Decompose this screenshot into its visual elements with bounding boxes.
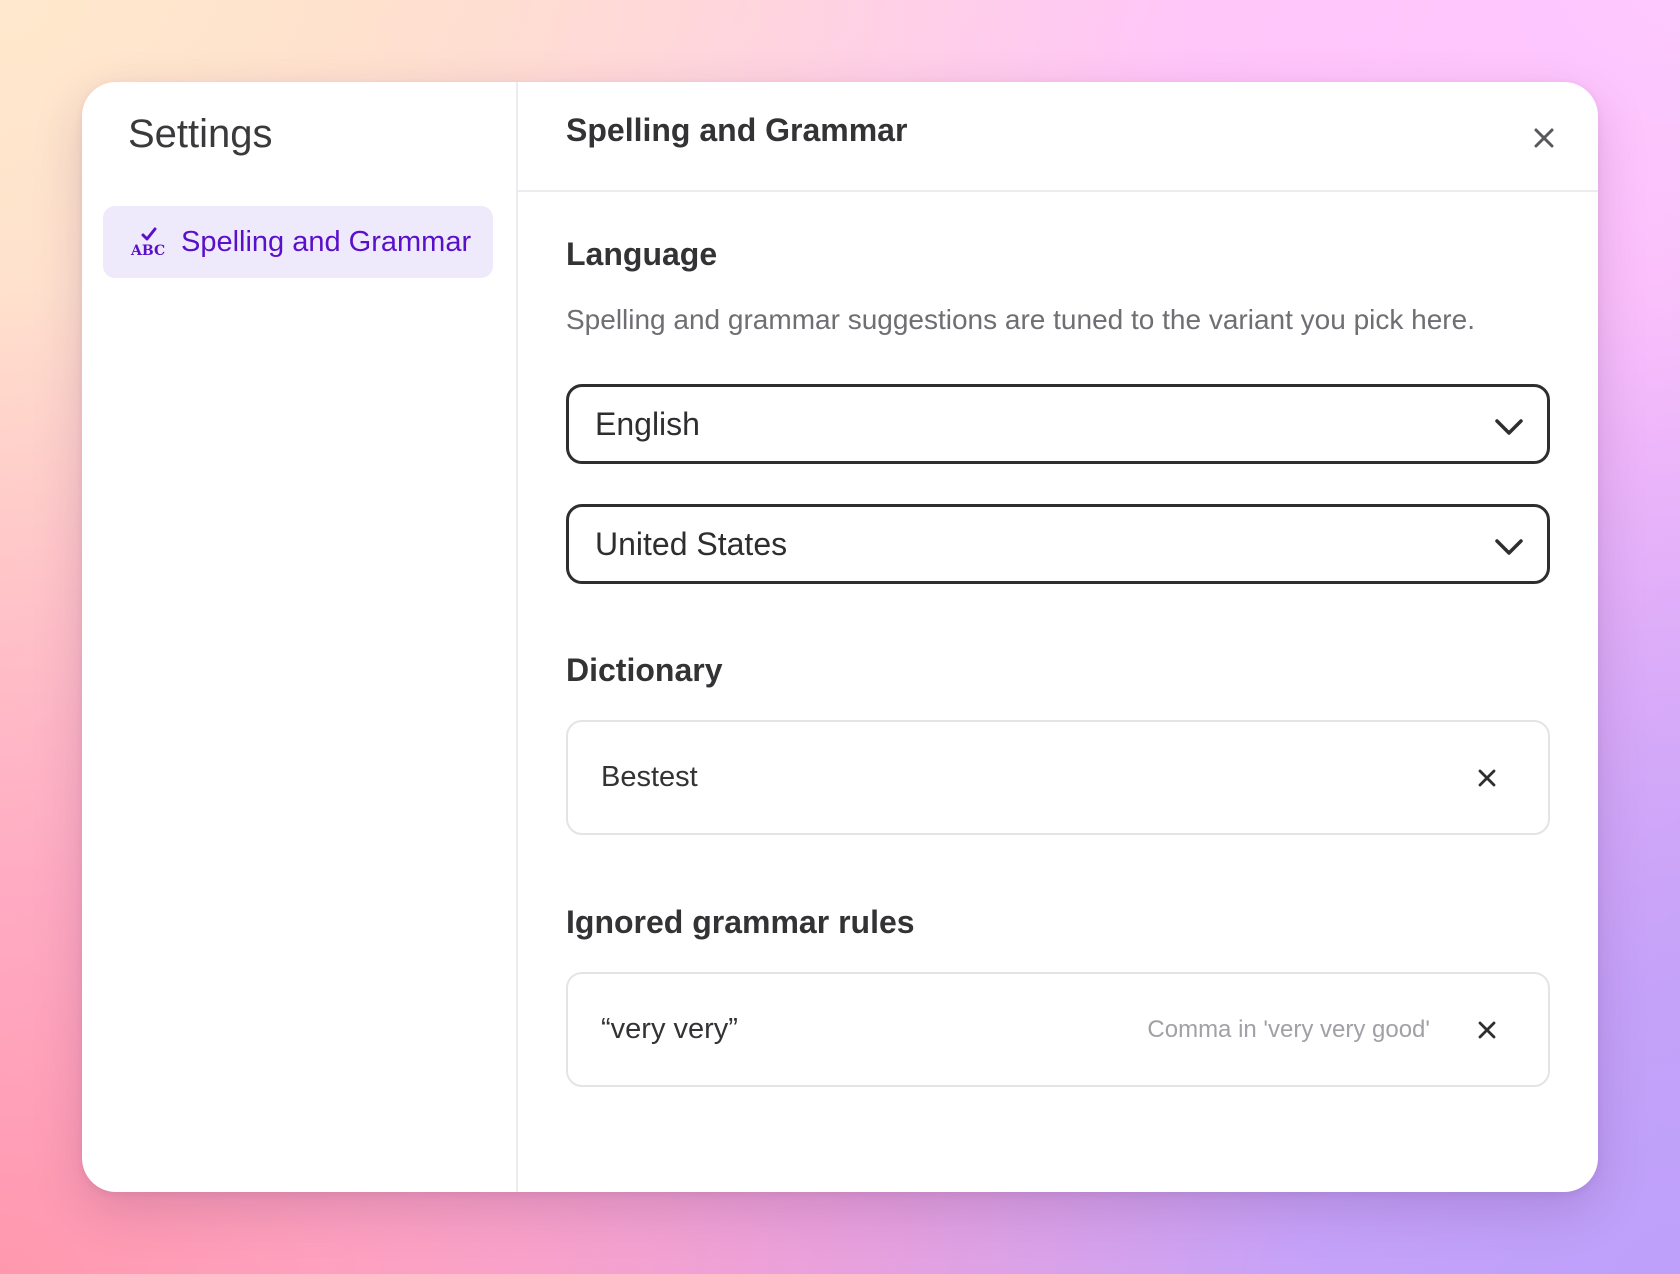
sidebar-title: Settings <box>128 112 273 156</box>
close-icon <box>1478 1021 1496 1038</box>
page-title: Spelling and Grammar <box>566 112 908 148</box>
svg-text:ABC: ABC <box>130 243 165 258</box>
dictionary-word: Bestest <box>601 761 698 793</box>
close-icon <box>1534 128 1554 148</box>
content-header: Spelling and Grammar <box>518 82 1598 192</box>
region-select-value: United States <box>595 525 788 562</box>
sidebar-item-label: Spelling and Grammar <box>181 225 472 258</box>
close-button[interactable] <box>1528 122 1560 154</box>
sidebar-item-spelling-and-grammar[interactable]: ABC Spelling and Grammar <box>103 206 493 278</box>
dictionary-section-title: Dictionary <box>566 652 723 688</box>
dictionary-entry: Bestest <box>566 720 1550 835</box>
ignored-rule-phrase: “very very” <box>601 1013 738 1045</box>
language-section-title: Language <box>566 236 718 272</box>
language-select[interactable]: English <box>566 384 1550 464</box>
spellcheck-abc-icon: ABC <box>129 226 165 259</box>
close-icon <box>1478 769 1496 786</box>
remove-dictionary-word-button[interactable] <box>1476 767 1498 789</box>
ignored-rules-section-title: Ignored grammar rules <box>566 904 915 940</box>
remove-ignored-rule-button[interactable] <box>1476 1019 1498 1041</box>
language-description: Spelling and grammar suggestions are tun… <box>566 304 1475 335</box>
ignored-rule-entry: “very very” Comma in 'very very good' <box>566 972 1550 1087</box>
settings-content: Spelling and Grammar Language Spelling a… <box>518 82 1598 1192</box>
chevron-down-icon <box>1495 419 1523 435</box>
settings-sidebar: Settings ABC Spelling and Grammar <box>82 82 518 1192</box>
chevron-down-icon <box>1495 539 1523 555</box>
language-select-value: English <box>595 405 700 442</box>
region-select[interactable]: United States <box>566 504 1550 584</box>
settings-dialog: Settings ABC Spelling and Grammar Spelli… <box>82 82 1598 1192</box>
ignored-rule-description: Comma in 'very very good' <box>1147 1015 1430 1043</box>
